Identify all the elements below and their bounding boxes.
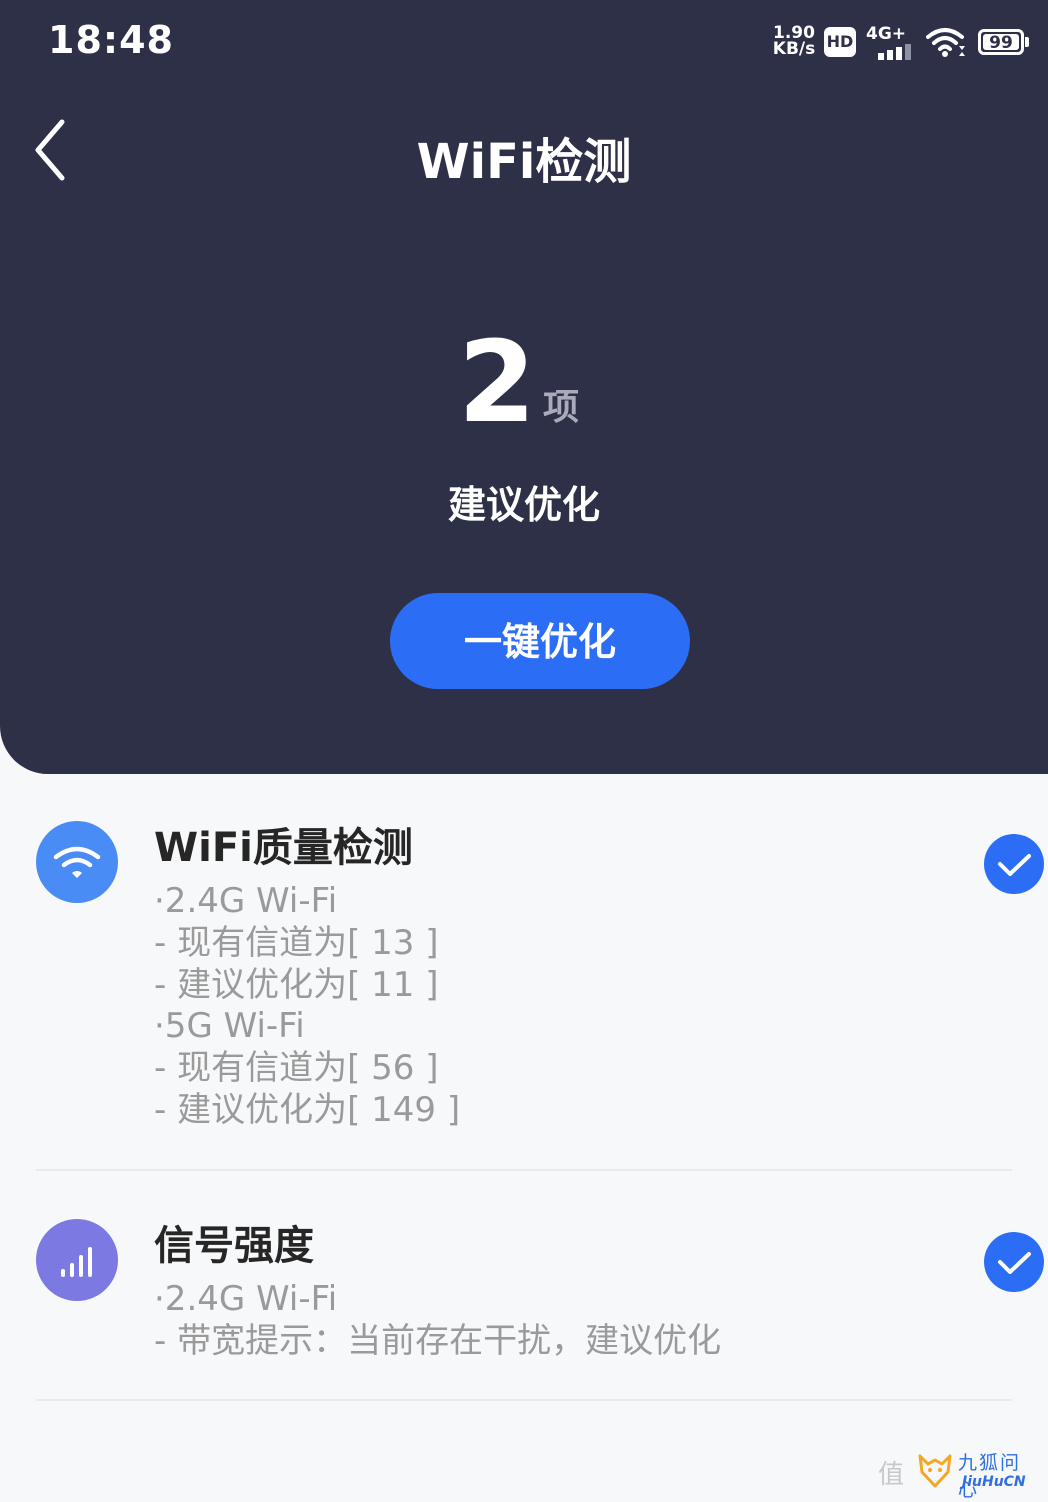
battery-icon: 99	[978, 29, 1024, 55]
wifi-quality-check-icon	[984, 834, 1044, 894]
signal-icon: 4G+	[866, 24, 916, 60]
watermark-zhi: 值	[878, 1460, 905, 1490]
divider	[36, 1169, 1012, 1171]
detail-line: ·5G Wi-Fi	[154, 1006, 305, 1047]
detail-line: - 带宽提示：当前存在干扰，建议优化	[154, 1320, 722, 1361]
wifi-quality-icon	[36, 821, 118, 903]
detail-line: ·2.4G Wi-Fi	[154, 881, 338, 921]
wifi-icon	[53, 846, 101, 878]
summary-label: 建议优化	[447, 483, 600, 527]
signal-bars-icon	[61, 1247, 92, 1277]
battery-tip	[1025, 37, 1029, 47]
divider	[36, 1399, 1012, 1401]
check-icon	[998, 854, 1031, 876]
detail-line: - 建议优化为[ 11 ]	[154, 964, 439, 1005]
wifi-quality-title: WiFi质量检测	[154, 825, 413, 871]
watermark-en: JiuHuCN	[962, 1474, 1026, 1490]
net-speed-unit: KB/s	[772, 39, 816, 59]
signal-strength-title: 信号强度	[154, 1223, 314, 1269]
detail-line: - 现有信道为[ 56 ]	[154, 1048, 439, 1089]
wifi-quality-details: ·2.4G Wi-Fi - 现有信道为[ 13 ] - 建议优化为[ 11 ] …	[154, 881, 460, 1132]
summary-unit: 项	[543, 387, 580, 428]
detail-line: - 现有信道为[ 13 ]	[154, 922, 439, 963]
status-bar: 18:48 1.90 KB/s HD 4G+ 99	[0, 0, 1048, 84]
battery-level: 99	[983, 34, 1019, 52]
net-speed: 1.90 KB/s	[772, 25, 816, 59]
wifi-icon	[926, 28, 965, 57]
network-type-label: 4G+	[866, 24, 907, 44]
watermark: 值 九狐问心 JiuHuCN	[878, 1448, 1040, 1501]
status-time: 18:48	[48, 18, 174, 62]
signal-strength-details: ·2.4G Wi-Fi - 带宽提示：当前存在干扰，建议优化	[154, 1279, 721, 1363]
header-panel: 18:48 1.90 KB/s HD 4G+ 99 WiFi检测 2 项 建议优…	[0, 0, 1048, 774]
detail-line: ·2.4G Wi-Fi	[154, 1279, 338, 1319]
summary-count: 2	[458, 318, 536, 448]
signal-strength-check-icon	[984, 1232, 1044, 1292]
signal-strength-icon	[36, 1219, 118, 1301]
hd-badge: HD	[824, 27, 856, 57]
one-click-optimize-button[interactable]: 一键优化	[390, 593, 690, 689]
page-title: WiFi检测	[416, 134, 632, 190]
check-icon	[998, 1252, 1031, 1274]
fox-logo-icon	[918, 1454, 952, 1488]
detail-line: - 建议优化为[ 149 ]	[154, 1089, 461, 1130]
signal-bars	[878, 44, 911, 60]
